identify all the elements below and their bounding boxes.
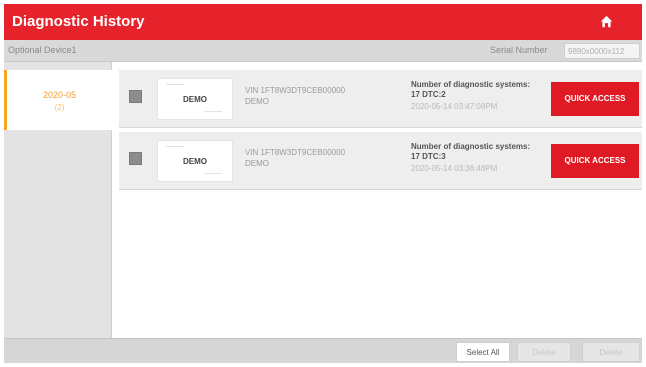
quick-access-button[interactable]: QUICK ACCESS — [551, 82, 639, 116]
list-item[interactable]: ——— DEMO ——— VIN 1FT8W3DT9CEB00000 DEMO … — [119, 70, 642, 128]
thumbnail-caption: ——— — [166, 82, 184, 88]
systems-summary: Number of diagnostic systems: 17 DTC:2 — [411, 80, 531, 99]
sidebar-item-count: (2) — [54, 103, 65, 112]
model-text: DEMO — [245, 97, 269, 106]
thumbnail-caption: ——— — [204, 171, 222, 177]
vin-text: VIN 1FT8W3DT9CEB00000 — [245, 148, 346, 157]
thumbnail-caption: ——— — [204, 109, 222, 115]
select-checkbox[interactable] — [129, 152, 142, 165]
device-label: Optional Device1 — [8, 45, 77, 55]
record-timestamp: 2020-05-14 03:36:48PM — [411, 164, 498, 173]
record-timestamp: 2020-05-14 03:47:08PM — [411, 102, 498, 111]
title-bar: Diagnostic History — [4, 4, 642, 40]
vehicle-thumbnail: ——— DEMO ——— — [157, 78, 233, 120]
page-title: Diagnostic History — [12, 13, 145, 30]
vin-text: VIN 1FT8W3DT9CEB00000 — [245, 86, 346, 95]
list-item[interactable]: ——— DEMO ——— VIN 1FT8W3DT9CEB00000 DEMO … — [119, 132, 642, 190]
action-bar: Select All Delete Delete — [4, 338, 642, 363]
vehicle-thumbnail: ——— DEMO ——— — [157, 140, 233, 182]
date-sidebar: 2020-05 (2) — [4, 62, 112, 338]
thumbnail-caption: ——— — [166, 144, 184, 150]
delete-button[interactable]: Delete — [517, 342, 571, 362]
sidebar-item-date[interactable]: 2020-05 (2) — [4, 70, 112, 130]
select-all-button[interactable]: Select All — [456, 342, 510, 362]
serial-number-label: Serial Number — [490, 45, 548, 55]
thumbnail-label: DEMO — [183, 95, 207, 104]
select-checkbox[interactable] — [129, 90, 142, 103]
history-list: ——— DEMO ——— VIN 1FT8W3DT9CEB00000 DEMO … — [113, 62, 642, 338]
home-icon[interactable] — [600, 15, 613, 28]
thumbnail-label: DEMO — [183, 157, 207, 166]
quick-access-button[interactable]: QUICK ACCESS — [551, 144, 639, 178]
model-text: DEMO — [245, 159, 269, 168]
systems-summary: Number of diagnostic systems: 17 DTC:3 — [411, 142, 531, 161]
serial-number-field[interactable]: 9890x0000x112 — [564, 43, 640, 59]
clear-button[interactable]: Delete — [582, 342, 640, 362]
sidebar-item-label: 2020-05 — [42, 90, 77, 100]
device-bar: Optional Device1 Serial Number 9890x0000… — [4, 40, 642, 62]
app-window: Diagnostic History Optional Device1 Seri… — [4, 4, 642, 363]
